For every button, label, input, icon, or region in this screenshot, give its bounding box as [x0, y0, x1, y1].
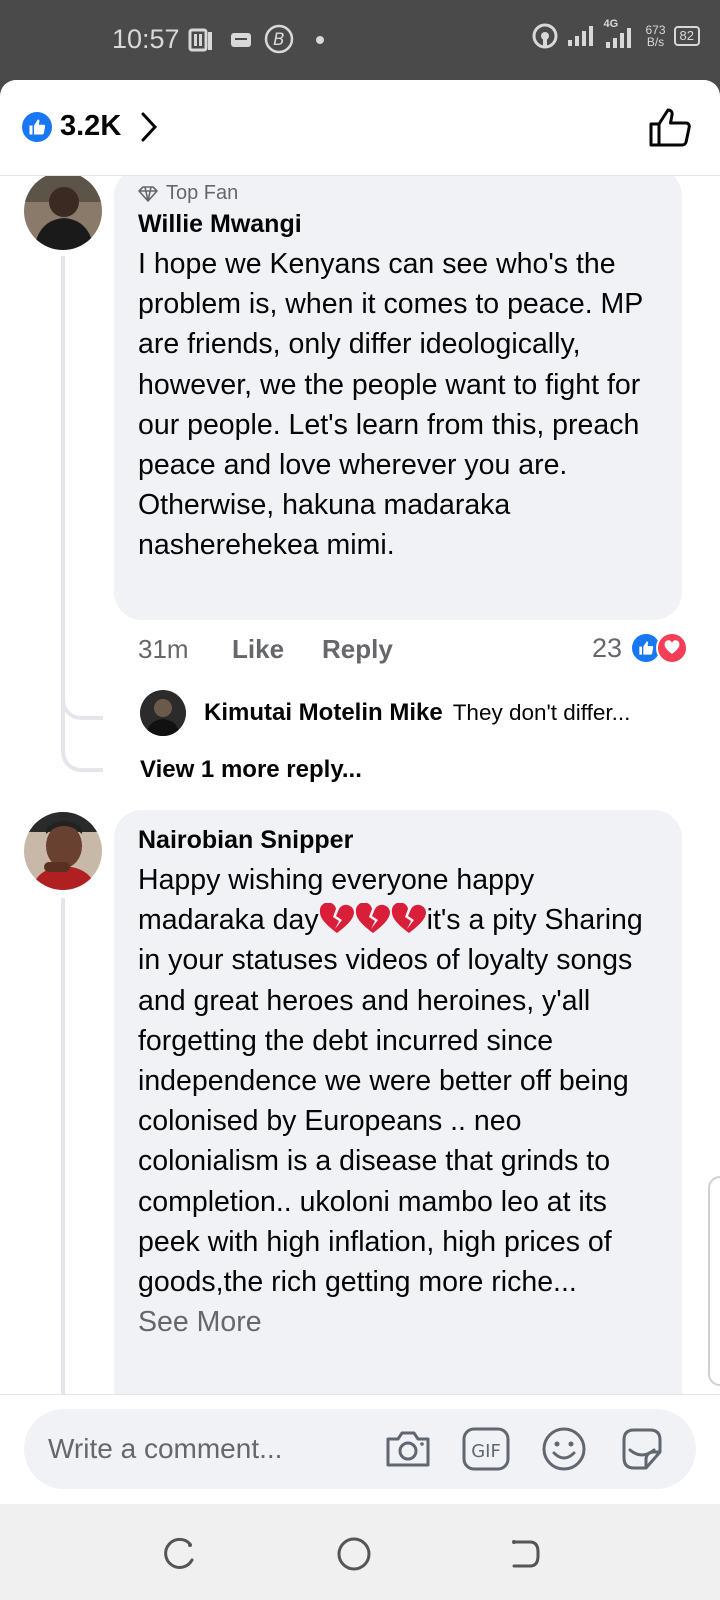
view-more-replies-link[interactable]: View 1 more reply...: [140, 756, 362, 784]
reactions-header: 3.2K: [0, 80, 720, 176]
smiley-icon[interactable]: [538, 1423, 590, 1475]
side-edge-handle[interactable]: [708, 1176, 720, 1386]
avatar[interactable]: [140, 690, 186, 736]
comment-composer: Write a comment... GIF: [0, 1394, 720, 1504]
sticker-icon[interactable]: [616, 1423, 668, 1475]
status-time: 10:57: [112, 24, 180, 54]
avatar[interactable]: [24, 176, 102, 250]
badge-label: Top Fan: [166, 182, 239, 204]
camera-icon[interactable]: [382, 1423, 434, 1475]
signal-icon-2: [605, 28, 631, 48]
like-button[interactable]: Like: [232, 634, 284, 665]
reaction-count: 3.2K: [60, 110, 122, 142]
comment-bubble[interactable]: Nairobian Snipper Happy wishing everyone…: [114, 810, 682, 1394]
comment-placeholder: Write a comment...: [48, 1433, 283, 1464]
notification-dot-icon: [316, 36, 324, 44]
status-right: 4G 673 B/s 82: [532, 18, 700, 50]
chevron-right-icon: [141, 112, 158, 141]
svg-text:GIF: GIF: [471, 1441, 501, 1462]
comment-bubble[interactable]: Top Fan Willie Mwangi I hope we Kenyans …: [114, 176, 682, 620]
reply-author[interactable]: Kimutai Motelin Mike: [204, 699, 443, 727]
thread-elbow: [61, 616, 103, 720]
comment-author[interactable]: Willie Mwangi: [138, 210, 302, 239]
back-icon[interactable]: [504, 1534, 544, 1574]
bitcoin-app-icon: B: [264, 24, 294, 54]
broken-heart-icon: [319, 903, 354, 934]
message-icon: [231, 33, 251, 47]
network-speed: 673 B/s: [646, 24, 666, 48]
comment-author[interactable]: Nairobian Snipper: [138, 826, 353, 855]
thumbs-up-icon[interactable]: [648, 106, 692, 148]
status-bar: 10:57 B 4G 673 B/s 82: [0, 0, 720, 80]
home-icon[interactable]: [334, 1534, 374, 1574]
diamond-icon: [138, 185, 158, 202]
love-reaction-icon: [656, 632, 689, 664]
battery-icon: 82: [673, 26, 700, 46]
comment-list: Top Fan Willie Mwangi I hope we Kenyans …: [0, 176, 720, 1394]
sim-icon: [188, 28, 212, 52]
recent-apps-icon[interactable]: [160, 1534, 200, 1574]
reply-text: They don't differ...: [452, 700, 631, 725]
comment-text: I hope we Kenyans can see who's the prob…: [138, 248, 643, 562]
comment-reaction-count: 23: [592, 632, 623, 663]
broken-heart-icon: [355, 903, 390, 934]
reply-preview[interactable]: Kimutai Motelin Mike They don't differ..…: [140, 690, 630, 736]
signal-icon: [567, 26, 593, 46]
hotspot-icon: [532, 23, 557, 49]
speed-unit: B/s: [646, 35, 665, 49]
gif-icon[interactable]: GIF: [460, 1423, 512, 1475]
avatar[interactable]: [24, 812, 102, 890]
see-more-link[interactable]: See More: [138, 1302, 668, 1342]
comment-input[interactable]: Write a comment... GIF: [24, 1409, 696, 1489]
comment-reactions[interactable]: 23: [592, 632, 689, 664]
comment-text-part: it's a pity Sharing in your statuses vid…: [138, 904, 643, 1299]
comment-text: Happy wishing everyone happy madaraka da…: [138, 860, 668, 1342]
thread-line: [61, 898, 65, 1394]
reply-button[interactable]: Reply: [322, 634, 393, 665]
broken-heart-icon: [391, 903, 426, 934]
reaction-summary[interactable]: 3.2K: [22, 110, 159, 143]
comments-sheet: 3.2K Top Fan Willie Mwangi I hope we Ken…: [0, 80, 720, 1504]
like-reaction-icon: [22, 111, 52, 142]
system-nav-bar: [0, 1504, 720, 1600]
thread-elbow: [61, 716, 103, 772]
svg-text:B: B: [273, 30, 285, 50]
comment-time: 31m: [138, 634, 189, 664]
battery-level: 82: [679, 28, 694, 43]
signal-4g: 4G: [604, 18, 638, 50]
top-fan-badge: Top Fan: [138, 182, 238, 205]
